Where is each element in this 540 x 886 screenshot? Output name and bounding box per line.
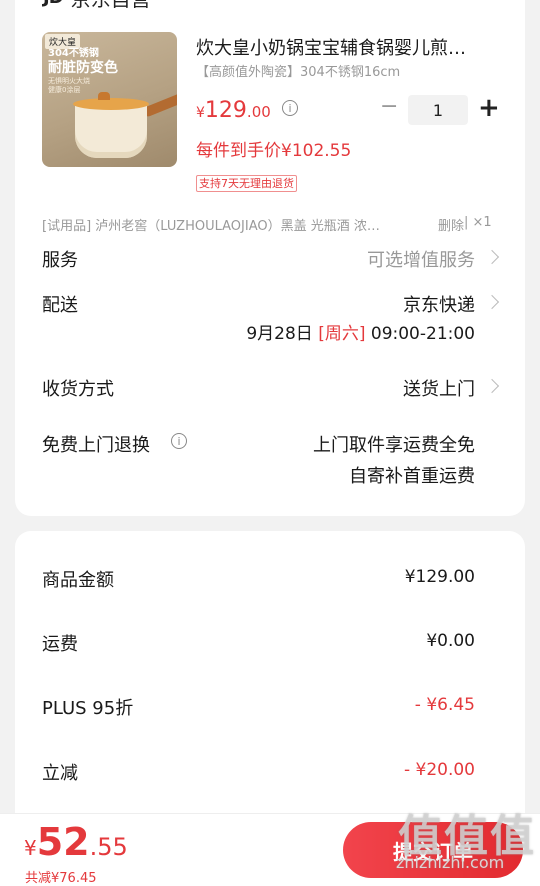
gift-count: | ×1: [464, 215, 492, 230]
jd-logo-icon: JD: [43, 0, 64, 8]
order-item-card: JD 京东自营 炊大皇 304不锈钢 耐脏防变色 无惧明火大烧 健康0涂层 炊大…: [15, 0, 525, 516]
total-integer: 52: [36, 820, 90, 864]
checkout-bar: ¥ 52 .55 共减¥76.45 提交订单: [0, 813, 540, 886]
receive-chevron-icon[interactable]: [484, 378, 500, 394]
free-return-line2: 自寄补首重运费: [349, 466, 475, 487]
summary-label: PLUS 95折: [42, 698, 134, 719]
total-price: ¥ 52 .55: [24, 820, 128, 864]
summary-label: 商品金额: [42, 570, 114, 591]
summary-value: ¥0.00: [426, 631, 475, 651]
store-header[interactable]: JD 京东自营: [43, 0, 151, 11]
summary-label: 立减: [42, 763, 78, 784]
total-discount[interactable]: 共减¥76.45: [25, 867, 97, 886]
product-spec[interactable]: 【高颜值外陶瓷】304不锈钢16cm: [196, 61, 400, 80]
unit-price: ¥ 129 .00: [196, 98, 271, 123]
price-info-icon[interactable]: i: [282, 100, 298, 116]
gift-item-row: [试用品] 泸州老窖（LUZHOULAOJIAO）黑盖 光瓶酒 浓… 删除 | …: [42, 215, 500, 235]
free-return-info-icon[interactable]: i: [171, 433, 187, 449]
service-value[interactable]: 可选增值服务: [367, 246, 475, 272]
final-price-per-item: 每件到手价¥102.55: [196, 141, 352, 161]
delivery-weekday: [周六]: [318, 324, 366, 344]
image-caption-2: 耐脏防变色: [48, 60, 118, 76]
delivery-value[interactable]: 京东快递: [403, 291, 475, 317]
pot-lid-graphic: [98, 92, 110, 100]
receive-method-value[interactable]: 送货上门: [403, 375, 475, 401]
quantity-plus-button[interactable]: +: [478, 95, 500, 123]
quantity-minus-button[interactable]: −: [380, 96, 398, 118]
product-title[interactable]: 炊大皇小奶锅宝宝辅食锅婴儿煎…: [196, 34, 496, 60]
submit-order-button[interactable]: 提交订单: [343, 822, 523, 878]
store-name: 京东自营: [71, 0, 151, 12]
delivery-time[interactable]: 9月28日 [周六] 09:00-21:00: [246, 319, 475, 344]
service-chevron-icon[interactable]: [484, 249, 500, 265]
gift-item-text: [试用品] 泸州老窖（LUZHOULAOJIAO）黑盖 光瓶酒 浓…: [42, 219, 380, 234]
product-image[interactable]: 炊大皇 304不锈钢 耐脏防变色 无惧明火大烧 健康0涂层: [42, 32, 177, 167]
summary-value: - ¥6.45: [414, 695, 475, 715]
summary-value: - ¥20.00: [403, 760, 475, 780]
gift-delete-button[interactable]: 删除: [438, 215, 464, 235]
receive-method-label: 收货方式: [42, 379, 114, 400]
total-decimal: .55: [89, 833, 128, 861]
pot-graphic: [73, 98, 149, 158]
quantity-input[interactable]: 1: [408, 95, 468, 125]
image-caption-4: 健康0涂层: [48, 86, 81, 94]
free-return-label: 免费上门退换: [42, 435, 150, 456]
total-currency: ¥: [24, 836, 37, 860]
delivery-date: 9月28日: [246, 324, 313, 344]
price-integer: 129: [204, 98, 247, 123]
summary-value: ¥129.00: [404, 567, 475, 587]
delivery-label: 配送: [42, 295, 78, 316]
price-decimal: .00: [246, 103, 271, 121]
delivery-time-range: 09:00-21:00: [370, 324, 475, 344]
service-label: 服务: [42, 250, 78, 271]
delivery-chevron-icon[interactable]: [484, 294, 500, 310]
summary-label: 运费: [42, 634, 78, 655]
return-policy-tag: 支持7天无理由退货: [196, 175, 297, 192]
price-currency: ¥: [196, 105, 205, 121]
price-summary-card: 商品金额 ¥129.00 运费 ¥0.00 PLUS 95折 - ¥6.45 立…: [15, 531, 525, 831]
free-return-line1: 上门取件享运费全免: [313, 435, 475, 456]
